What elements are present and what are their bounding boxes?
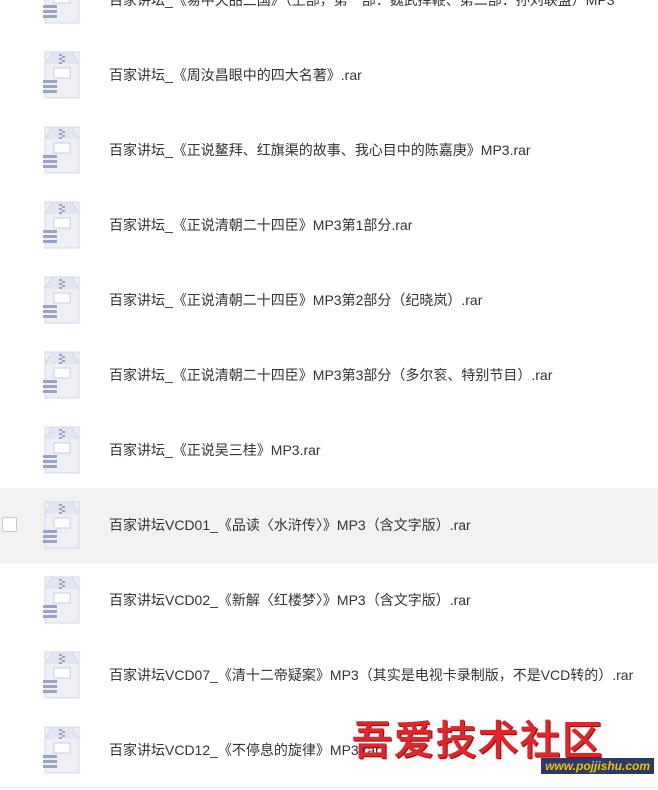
file-name[interactable]: 百家讲坛VCD07_《清十二帝疑案》MP3（其实是电视卡录制版，不是VCD转的）…: [109, 666, 633, 684]
file-row[interactable]: 百家讲坛_《正说清朝二十四臣》MP3第3部分（多尔衮、特别节目）.rar: [0, 338, 658, 413]
file-row[interactable]: 百家讲坛VCD02_《新解〈红楼梦〉》MP3（含文字版）.rar: [0, 563, 658, 638]
archive-file-icon: [40, 725, 84, 775]
file-name[interactable]: 百家讲坛_《易中天品三国》（上部，第一部：魏武挥鞭、第二部：孙刘联盟）MP3: [109, 0, 615, 9]
file-row[interactable]: 百家讲坛_《周汝昌眼中的四大名著》.rar: [0, 38, 658, 113]
file-row[interactable]: 百家讲坛VCD01_《品读〈水浒传〉》MP3（含文字版）.rar: [0, 488, 658, 563]
file-name[interactable]: 百家讲坛_《正说清朝二十四臣》MP3第3部分（多尔衮、特别节目）.rar: [109, 366, 552, 384]
archive-file-icon: [40, 0, 84, 25]
watermark-url: www.pojjishu.com: [541, 758, 654, 774]
file-row[interactable]: 百家讲坛_《正说清朝二十四臣》MP3第2部分（纪晓岚）.rar: [0, 263, 658, 338]
archive-file-icon: [40, 125, 84, 175]
file-row[interactable]: 百家讲坛_《正说清朝二十四臣》MP3第1部分.rar: [0, 188, 658, 263]
archive-file-icon: [40, 350, 84, 400]
archive-file-icon: [40, 500, 84, 550]
archive-file-icon: [40, 200, 84, 250]
file-name[interactable]: 百家讲坛VCD12_《不停息的旋律》MP3.rar: [109, 741, 380, 759]
file-name[interactable]: 百家讲坛_《正说吴三桂》MP3.rar: [109, 441, 321, 459]
file-row[interactable]: 百家讲坛_《易中天品三国》（上部，第一部：魏武挥鞭、第二部：孙刘联盟）MP3: [0, 0, 658, 38]
archive-file-icon: [40, 425, 84, 475]
file-name[interactable]: 百家讲坛VCD01_《品读〈水浒传〉》MP3（含文字版）.rar: [109, 516, 471, 534]
archive-file-icon: [40, 50, 84, 100]
file-name[interactable]: 百家讲坛_《正说鳌拜、红旗渠的故事、我心目中的陈嘉庚》MP3.rar: [109, 141, 531, 159]
archive-file-icon: [40, 650, 84, 700]
file-list: 百家讲坛_《易中天品三国》（上部，第一部：魏武挥鞭、第二部：孙刘联盟）MP3 百…: [0, 0, 658, 788]
archive-file-icon: [40, 275, 84, 325]
file-row[interactable]: 百家讲坛_《正说吴三桂》MP3.rar: [0, 413, 658, 488]
file-name[interactable]: 百家讲坛_《正说清朝二十四臣》MP3第2部分（纪晓岚）.rar: [109, 291, 482, 309]
row-checkbox[interactable]: [2, 517, 17, 532]
file-name[interactable]: 百家讲坛_《正说清朝二十四臣》MP3第1部分.rar: [109, 216, 412, 234]
file-name[interactable]: 百家讲坛VCD02_《新解〈红楼梦〉》MP3（含文字版）.rar: [109, 591, 471, 609]
watermark-logo: 吾爱技术社区 www.pojjishu.com: [352, 708, 658, 790]
file-row[interactable]: 百家讲坛_《正说鳌拜、红旗渠的故事、我心目中的陈嘉庚》MP3.rar: [0, 113, 658, 188]
file-row[interactable]: 百家讲坛VCD07_《清十二帝疑案》MP3（其实是电视卡录制版，不是VCD转的）…: [0, 638, 658, 713]
archive-file-icon: [40, 575, 84, 625]
file-name[interactable]: 百家讲坛_《周汝昌眼中的四大名著》.rar: [109, 66, 362, 84]
